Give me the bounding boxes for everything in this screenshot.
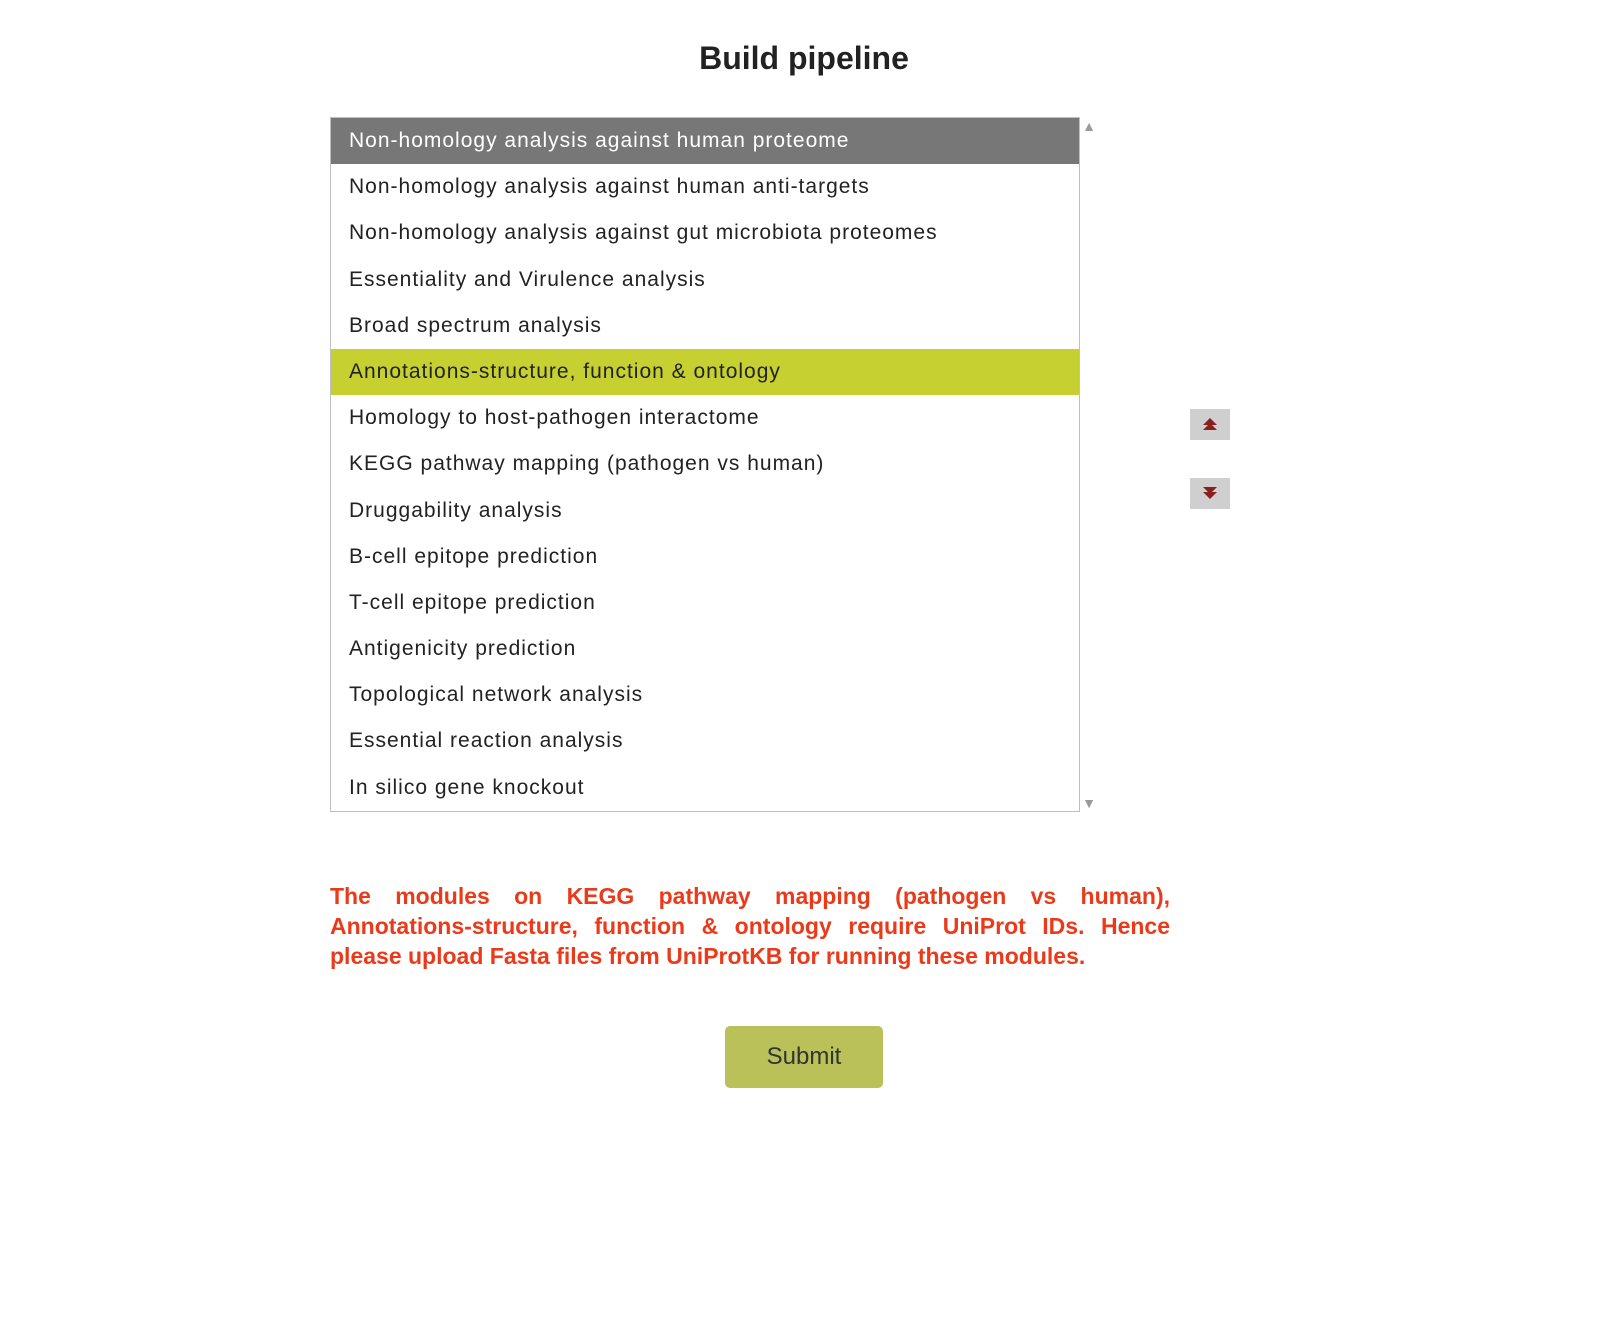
pipeline-builder: Non-homology analysis against human prot… — [330, 117, 1330, 812]
module-option[interactable]: Non-homology analysis against human prot… — [331, 118, 1079, 164]
module-option[interactable]: Antigenicity prediction — [331, 626, 1079, 672]
double-chevron-up-icon — [1203, 423, 1217, 430]
module-listbox[interactable]: Non-homology analysis against human prot… — [330, 117, 1080, 812]
double-chevron-down-icon — [1203, 492, 1217, 499]
module-option[interactable]: In silico gene knockout — [331, 765, 1079, 811]
module-option[interactable]: Annotations-structure, function & ontolo… — [331, 349, 1079, 395]
module-option[interactable]: KEGG pathway mapping (pathogen vs human) — [331, 441, 1079, 487]
scroll-down-icon[interactable]: ▼ — [1080, 794, 1098, 812]
listbox-wrap: Non-homology analysis against human prot… — [330, 117, 1330, 812]
module-option[interactable]: Essentiality and Virulence analysis — [331, 257, 1079, 303]
submit-wrap: Submit — [0, 1026, 1608, 1088]
module-option[interactable]: T-cell epitope prediction — [331, 580, 1079, 626]
module-option[interactable]: Non-homology analysis against gut microb… — [331, 210, 1079, 256]
module-option[interactable]: Broad spectrum analysis — [331, 303, 1079, 349]
module-option[interactable]: B-cell epitope prediction — [331, 534, 1079, 580]
reorder-controls — [1190, 409, 1230, 509]
warning-text: The modules on KEGG pathway mapping (pat… — [330, 882, 1170, 972]
submit-button[interactable]: Submit — [725, 1026, 884, 1088]
scroll-up-icon[interactable]: ▲ — [1080, 117, 1098, 135]
move-up-button[interactable] — [1190, 409, 1230, 440]
module-option[interactable]: Druggability analysis — [331, 488, 1079, 534]
listbox-scrollbar[interactable]: ▲ ▼ — [1080, 117, 1098, 812]
page: Build pipeline Non-homology analysis aga… — [0, 0, 1608, 1319]
module-option[interactable]: Non-homology analysis against human anti… — [331, 164, 1079, 210]
module-option[interactable]: Homology to host-pathogen interactome — [331, 395, 1079, 441]
move-down-button[interactable] — [1190, 478, 1230, 509]
module-option[interactable]: Topological network analysis — [331, 672, 1079, 718]
module-option[interactable]: Essential reaction analysis — [331, 718, 1079, 764]
page-title: Build pipeline — [0, 40, 1608, 77]
